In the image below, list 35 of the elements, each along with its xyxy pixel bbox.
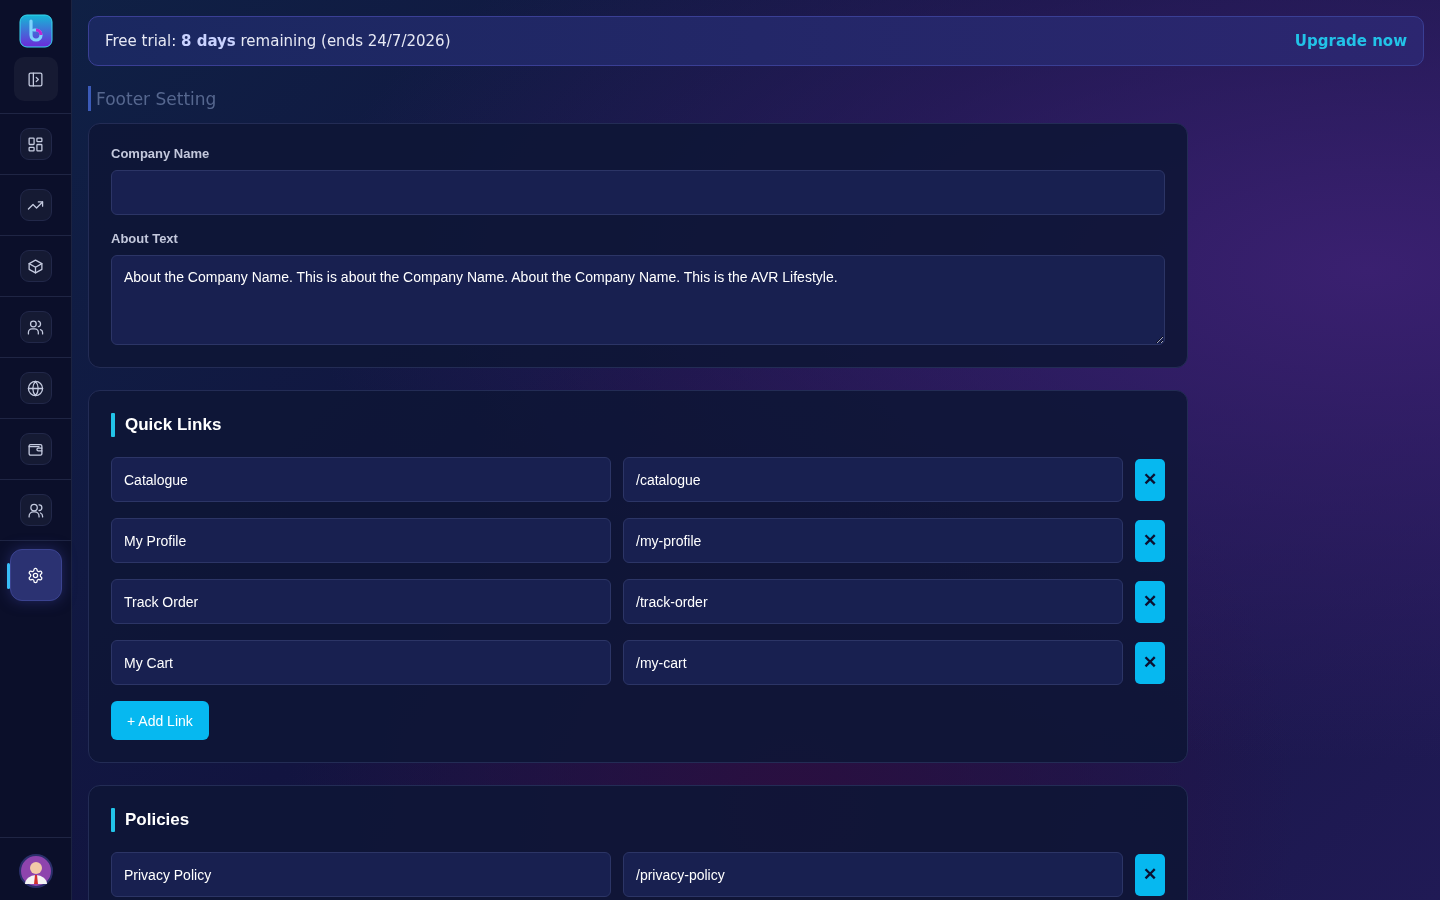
link-label-field[interactable]: Track Order (111, 579, 611, 624)
user-group-icon[interactable] (19, 494, 52, 526)
link-label-field[interactable]: Catalogue (111, 457, 611, 502)
link-path-field[interactable]: /my-cart (623, 640, 1123, 685)
remove-button[interactable]: ✕ (1135, 580, 1165, 623)
company-name-field[interactable] (111, 170, 1165, 215)
link-path-field[interactable]: /my-profile (623, 518, 1123, 563)
sidebar-toggle-icon[interactable] (13, 57, 58, 101)
trial-message: Free trial: 8 days remaining (ends 24/7/2026) (105, 32, 451, 50)
section-title: Quick Links (125, 415, 222, 435)
link-label-field[interactable]: My Cart (111, 640, 611, 685)
field-label: About Text (111, 231, 178, 246)
link-label-field[interactable]: Privacy Policy (111, 852, 611, 897)
remove-button[interactable]: ✕ (1135, 458, 1165, 501)
remove-button[interactable]: ✕ (1135, 853, 1165, 896)
box-icon[interactable] (19, 250, 52, 282)
link-path-field[interactable]: /privacy-policy (623, 852, 1123, 897)
users-icon[interactable] (19, 311, 52, 343)
page-title: Footer Setting (96, 88, 217, 109)
app-logo (18, 14, 53, 48)
field-label: Company Name (111, 146, 210, 161)
link-path-field[interactable]: /catalogue (623, 457, 1123, 502)
section-title: Policies (125, 810, 190, 830)
grid-icon[interactable] (19, 128, 52, 160)
remove-button[interactable]: ✕ (1135, 641, 1165, 684)
avatar[interactable] (18, 854, 53, 888)
settings-icon[interactable] (9, 549, 62, 601)
trend-icon[interactable] (19, 189, 52, 221)
upgrade-link[interactable]: Upgrade now (1294, 32, 1407, 50)
wallet-icon[interactable] (19, 433, 52, 465)
about-text-field[interactable]: About the Company Name. This is about the Company Name. About the Company Name. This is the AVR Lifestyle. (111, 255, 1165, 345)
remove-button[interactable]: ✕ (1135, 519, 1165, 562)
link-path-field[interactable]: /track-order (623, 579, 1123, 624)
globe-icon[interactable] (19, 372, 52, 404)
link-label-field[interactable]: My Profile (111, 518, 611, 563)
